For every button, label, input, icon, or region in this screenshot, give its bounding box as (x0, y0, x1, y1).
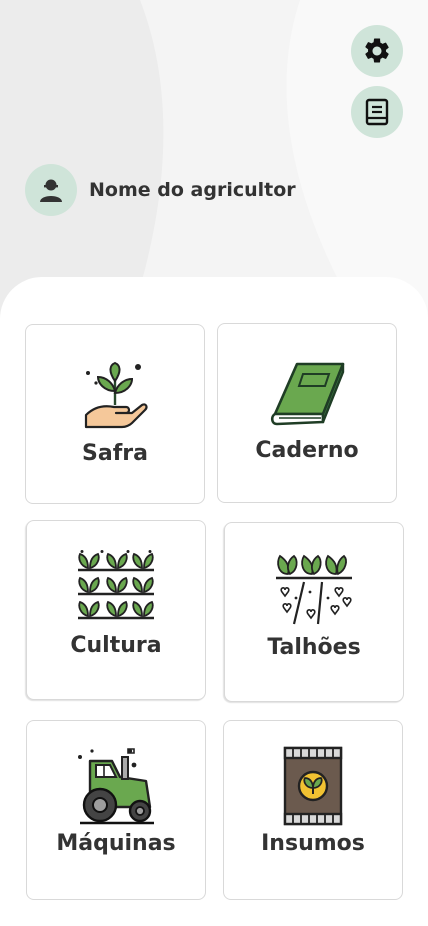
menu-card-label: Insumos (261, 831, 365, 856)
menu-card-insumos[interactable]: Insumos (223, 720, 403, 900)
menu-card-cultura[interactable]: Cultura (26, 520, 206, 700)
menu-card-caderno[interactable]: Caderno (217, 323, 397, 503)
menu-card-label: Caderno (255, 438, 359, 463)
menu-card-label: Safra (82, 441, 148, 466)
gear-icon (365, 38, 389, 63)
notebook-icon (365, 98, 389, 126)
hand-seedling-icon (82, 361, 148, 431)
field-plot-icon (274, 554, 354, 625)
menu-card-label: Talhões (267, 635, 361, 660)
menu-card-label: Máquinas (56, 831, 176, 856)
settings-button[interactable] (351, 25, 403, 77)
menu-card-safra[interactable]: Safra (25, 324, 205, 504)
farmer-name: Nome do agricultor (89, 179, 296, 201)
farmer-profile[interactable]: Nome do agricultor (25, 164, 296, 216)
green-book-icon (267, 358, 347, 428)
avatar (25, 164, 77, 216)
crop-rows-icon (76, 550, 156, 623)
notebook-button[interactable] (351, 86, 403, 138)
person-icon (40, 179, 62, 202)
tractor-icon (76, 748, 156, 825)
seed-bag-icon (281, 746, 345, 826)
menu-card-label: Cultura (70, 633, 162, 658)
menu-card-maquinas[interactable]: Máquinas (26, 720, 206, 900)
menu-card-talhoes[interactable]: Talhões (224, 522, 404, 702)
